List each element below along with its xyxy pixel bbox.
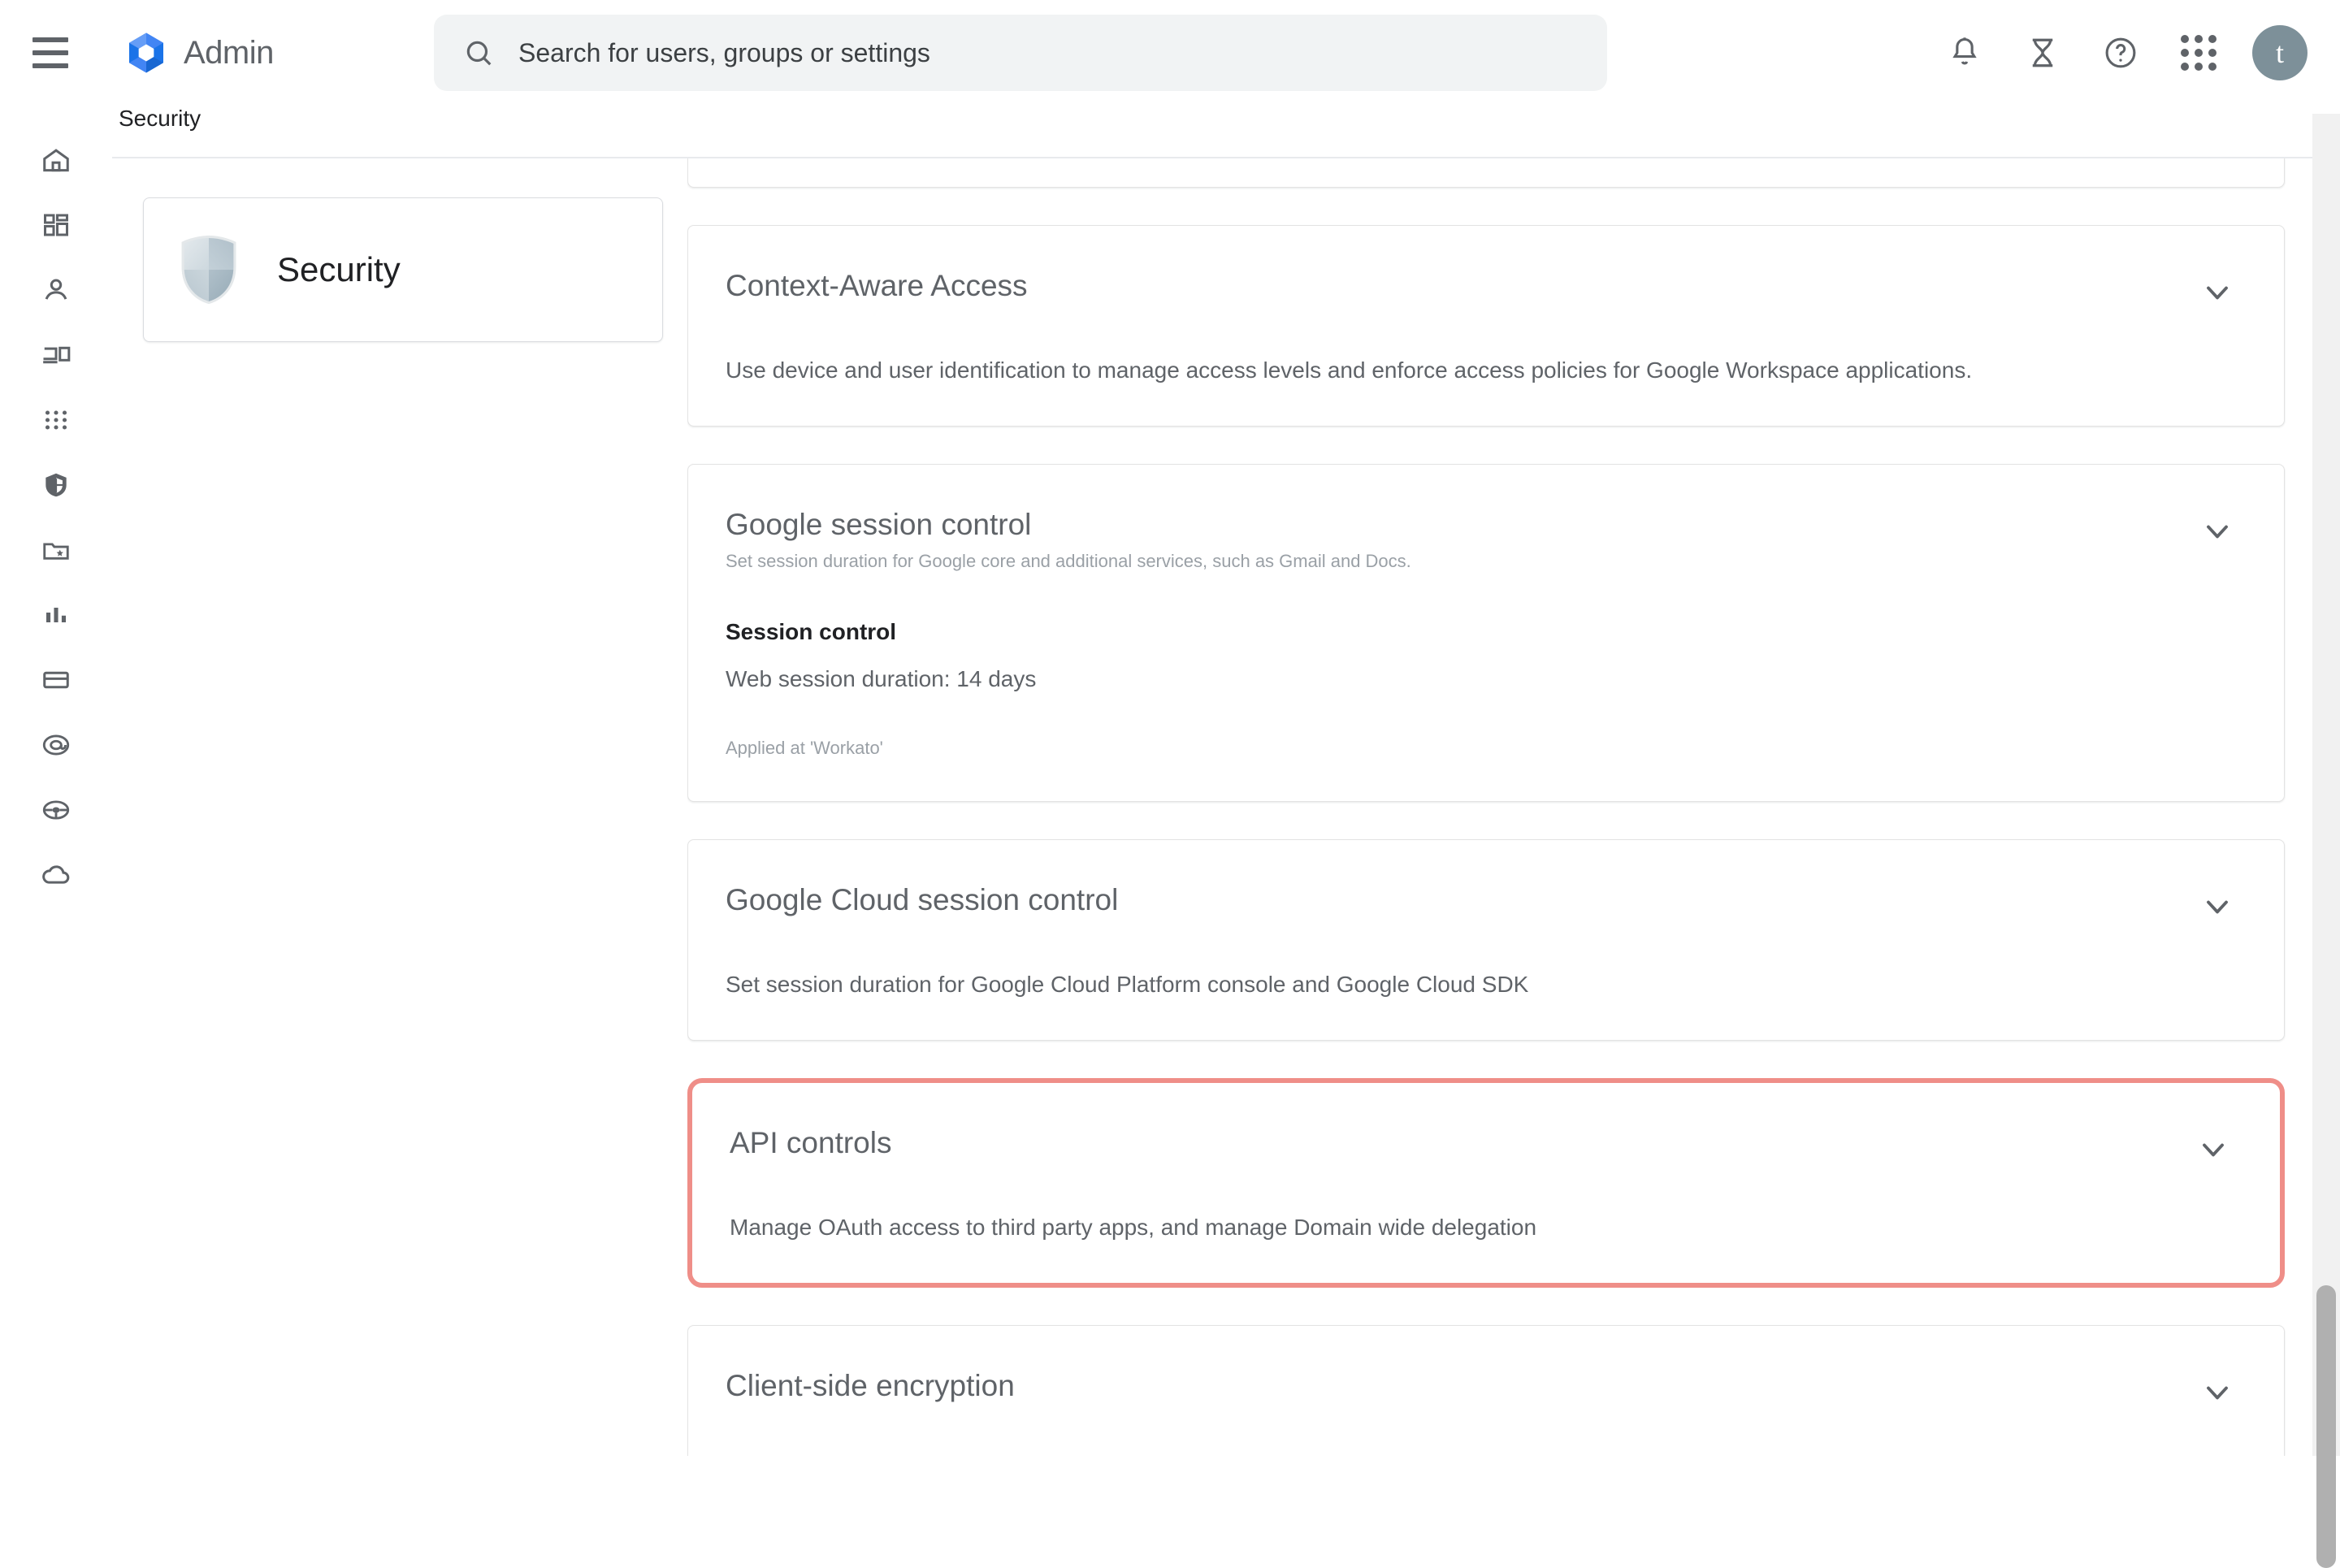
chevron-down-icon[interactable] (2199, 513, 2235, 549)
sidebar-item-cloud[interactable] (24, 853, 89, 897)
bell-icon (1952, 37, 1977, 65)
vertical-scrollbar-thumb[interactable] (2316, 1285, 2336, 1568)
search-icon (466, 41, 492, 66)
sidebar-item-apps[interactable] (24, 398, 89, 442)
top-app-bar: Admin Search for users, groups or settin… (0, 0, 2340, 106)
notifications-button[interactable] (1926, 14, 2004, 92)
avatar[interactable]: t (2252, 25, 2308, 80)
at-sign-icon (42, 734, 70, 756)
shield-icon (46, 473, 67, 497)
security-shield-quadrant-icon (181, 235, 236, 305)
card-google-cloud-session-control[interactable]: Google Cloud session control Set session… (687, 839, 2285, 1042)
sidebar-item-account[interactable] (24, 723, 89, 767)
security-section-card[interactable]: Security (143, 197, 663, 342)
card-title: Context-Aware Access (726, 269, 1028, 302)
hourglass-icon (2032, 38, 2053, 67)
sidebar-item-home[interactable] (24, 138, 89, 182)
folder-star-icon (43, 543, 69, 560)
sidebar-item-devices[interactable] (24, 333, 89, 377)
card-api-controls[interactable]: API controls Manage OAuth access to thir… (687, 1078, 2285, 1289)
trial-status-button[interactable] (2004, 14, 2082, 92)
chevron-down-icon[interactable] (2195, 1132, 2231, 1167)
brand-name: Admin (184, 34, 274, 71)
left-nav-rail (0, 114, 112, 1456)
sidebar-item-directory[interactable] (24, 268, 89, 312)
person-icon (45, 279, 67, 300)
hamburger-line (32, 63, 68, 68)
chevron-down-icon[interactable] (2199, 889, 2235, 925)
settings-list: Applied at 'Workato' Context-Aware Acces… (687, 158, 2340, 1456)
help-circle-icon (2105, 37, 2136, 68)
brand-home-link[interactable]: Admin (124, 30, 274, 76)
card-client-side-encryption[interactable]: Client-side encryption Enable content en… (687, 1325, 2285, 1456)
card-title: Google session control (726, 508, 1032, 541)
session-control-value: Web session duration: 14 days (726, 666, 1037, 692)
apps-dots-icon (45, 410, 67, 430)
card-description: Use device and user identification to ma… (726, 357, 1973, 383)
hamburger-line (32, 37, 68, 42)
card-description: Set session duration for Google Cloud Pl… (726, 972, 1529, 998)
apps-grid-icon (2181, 35, 2216, 71)
security-section-title: Security (277, 250, 401, 288)
google-apps-button[interactable] (2160, 14, 2238, 92)
cloud-icon (42, 865, 70, 884)
card-title: API controls (730, 1126, 892, 1160)
sidebar-item-billing[interactable] (24, 658, 89, 702)
dashboard-icon (44, 214, 68, 236)
card-title: Client-side encryption (726, 1369, 1015, 1403)
bar-chart-icon (46, 608, 66, 622)
search-bar[interactable] (434, 15, 1607, 91)
steering-wheel-icon (42, 800, 70, 820)
vertical-scrollbar-track[interactable] (2312, 114, 2340, 1568)
help-button[interactable] (2082, 14, 2160, 92)
chevron-down-icon[interactable] (2199, 275, 2235, 310)
chevron-down-icon[interactable] (2199, 1375, 2235, 1410)
sidebar-item-reporting[interactable] (24, 593, 89, 637)
card-context-aware-access[interactable]: Context-Aware Access Use device and user… (687, 225, 2285, 427)
card-title: Google Cloud session control (726, 883, 1119, 917)
card-header: Context-Aware Access (726, 268, 2235, 310)
card-subtitle: Set session duration for Google core and… (726, 551, 1411, 572)
card-google-session-control[interactable]: Google session control Set session durat… (687, 464, 2285, 803)
google-admin-hexagon-logo (129, 32, 163, 73)
card-clipped-above[interactable]: Applied at 'Workato' (687, 158, 2285, 188)
sidebar-item-dashboard[interactable] (24, 203, 89, 247)
applied-note: Applied at 'Workato' (726, 738, 883, 759)
card-header: Google session control Set session durat… (726, 507, 2235, 572)
breadcrumb[interactable]: Security (119, 106, 201, 132)
home-icon (43, 149, 69, 172)
search-input[interactable] (518, 28, 1493, 77)
session-control-label: Session control (726, 619, 897, 645)
card-header: API controls (730, 1125, 2231, 1167)
credit-card-icon (43, 671, 69, 689)
sidebar-item-admin-roles[interactable] (24, 788, 89, 832)
security-left-column: Security (112, 158, 687, 1456)
card-description: Manage OAuth access to third party apps,… (730, 1215, 1537, 1241)
hamburger-line (32, 50, 68, 55)
card-header: Google Cloud session control (726, 882, 2235, 925)
devices-icon (43, 346, 71, 364)
top-actions: t (1926, 0, 2308, 106)
sidebar-item-rules[interactable] (24, 528, 89, 572)
hamburger-menu-icon[interactable] (32, 33, 81, 72)
sidebar-item-security[interactable] (24, 463, 89, 507)
card-header: Client-side encryption (726, 1368, 2235, 1410)
